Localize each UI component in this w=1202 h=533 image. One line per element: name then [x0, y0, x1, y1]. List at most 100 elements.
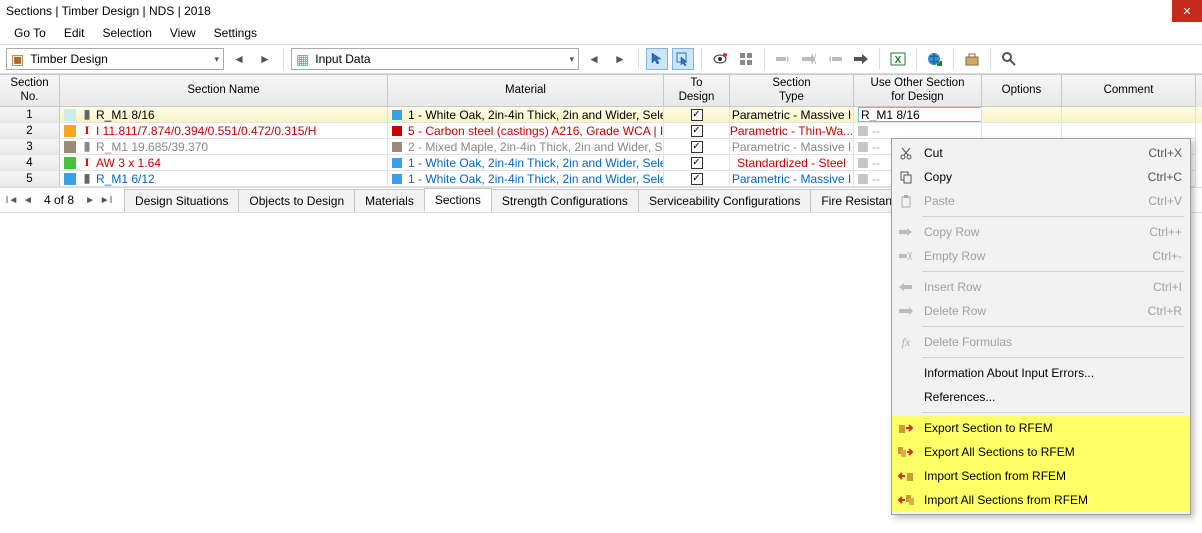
- menu-settings[interactable]: Settings: [206, 24, 265, 42]
- menu-copy-row[interactable]: Copy Row Ctrl++: [892, 220, 1190, 244]
- menu-info-errors[interactable]: Information About Input Errors...: [892, 361, 1190, 385]
- pager-prev[interactable]: ◄: [20, 191, 36, 209]
- search-button[interactable]: [998, 48, 1020, 70]
- tab-objects-to-design[interactable]: Objects to Design: [238, 189, 355, 212]
- eye-button[interactable]: [709, 48, 731, 70]
- nav-prev-button[interactable]: ◄: [228, 48, 250, 70]
- row-number[interactable]: 4: [0, 155, 60, 171]
- material-color-swatch: [392, 142, 402, 152]
- tab-serviceability-config[interactable]: Serviceability Configurations: [638, 189, 811, 212]
- row-number[interactable]: 1: [0, 107, 60, 123]
- table-row[interactable]: 1▮R_M1 8/161 - White Oak, 2in-4in Thick,…: [0, 107, 1202, 123]
- options-cell[interactable]: [982, 107, 1062, 123]
- material-cell[interactable]: 1 - White Oak, 2in-4in Thick, 2in and Wi…: [388, 107, 664, 123]
- excel-button[interactable]: X: [887, 48, 909, 70]
- page-prev-button[interactable]: ◄: [583, 48, 605, 70]
- to-design-cell[interactable]: ✓: [664, 123, 730, 139]
- tab-design-situations[interactable]: Design Situations: [124, 189, 239, 212]
- pager-first[interactable]: І◄: [4, 191, 20, 209]
- delete-row-icon: [896, 301, 916, 321]
- to-design-checkbox[interactable]: ✓: [691, 141, 703, 153]
- menu-export-all-sections[interactable]: Export All Sections to RFEM: [892, 440, 1190, 464]
- toolbox-button[interactable]: [961, 48, 983, 70]
- to-design-cell[interactable]: ✓: [664, 139, 730, 155]
- globe-button[interactable]: [924, 48, 946, 70]
- module-dropdown[interactable]: ▣ Timber Design ▾: [6, 48, 224, 70]
- menu-delete-formulas[interactable]: fx Delete Formulas: [892, 330, 1190, 354]
- to-design-checkbox[interactable]: ✓: [691, 125, 703, 137]
- section-name-cell[interactable]: ▮R_M1 6/12: [60, 171, 388, 187]
- page-dropdown[interactable]: ▦ Input Data ▾: [291, 48, 579, 70]
- select-tool-2[interactable]: [672, 48, 694, 70]
- material-cell[interactable]: 1 - White Oak, 2in-4in Thick, 2in and Wi…: [388, 155, 664, 171]
- row-number[interactable]: 5: [0, 171, 60, 187]
- to-design-checkbox[interactable]: ✓: [691, 173, 703, 185]
- section-type-cell[interactable]: Parametric - Massive I: [730, 171, 854, 187]
- comment-cell[interactable]: [1062, 107, 1196, 123]
- row-number[interactable]: 3: [0, 139, 60, 155]
- select-tool-1[interactable]: [646, 48, 668, 70]
- nav-next-button[interactable]: ►: [254, 48, 276, 70]
- pager-last[interactable]: ►І: [98, 191, 114, 209]
- material-cell[interactable]: 2 - Mixed Maple, 2in-4in Thick, 2in and …: [388, 139, 664, 155]
- menu-empty-row[interactable]: Empty Row Ctrl+-: [892, 244, 1190, 268]
- tab-sections[interactable]: Sections: [424, 188, 492, 212]
- to-design-cell[interactable]: ✓: [664, 155, 730, 171]
- row-number[interactable]: 2: [0, 123, 60, 139]
- menu-delete-row[interactable]: Delete Row Ctrl+R: [892, 299, 1190, 323]
- col-no[interactable]: Section No.: [0, 75, 60, 107]
- to-design-checkbox[interactable]: ✓: [691, 109, 703, 121]
- menu-selection[interactable]: Selection: [95, 24, 160, 42]
- menu-insert-row[interactable]: Insert Row Ctrl+I: [892, 275, 1190, 299]
- close-button[interactable]: ✕: [1172, 0, 1202, 22]
- row-ins-button[interactable]: [824, 48, 846, 70]
- use-other-cell[interactable]: ▾…▸: [854, 107, 982, 123]
- menu-copy[interactable]: Copy Ctrl+C: [892, 165, 1190, 189]
- menu-paste[interactable]: Paste Ctrl+V: [892, 189, 1190, 213]
- options-cell[interactable]: [982, 123, 1062, 139]
- table-row[interactable]: 2II 11.811/7.874/0.394/0.551/0.472/0.315…: [0, 123, 1202, 139]
- material-cell[interactable]: 5 - Carbon steel (castings) A216, Grade …: [388, 123, 664, 139]
- col-use[interactable]: Use Other Section for Design: [854, 75, 982, 107]
- row-add-button[interactable]: [772, 48, 794, 70]
- col-material[interactable]: Material: [388, 75, 664, 107]
- menu-cut[interactable]: Cut Ctrl+X: [892, 141, 1190, 165]
- grid-button[interactable]: [735, 48, 757, 70]
- to-design-cell[interactable]: ✓: [664, 171, 730, 187]
- section-name-cell[interactable]: II 11.811/7.874/0.394/0.551/0.472/0.315/…: [60, 123, 388, 139]
- tab-strength-config[interactable]: Strength Configurations: [491, 189, 639, 212]
- section-name-cell[interactable]: ▮R_M1 8/16: [60, 107, 388, 123]
- comment-cell[interactable]: [1062, 123, 1196, 139]
- col-comment[interactable]: Comment: [1062, 75, 1196, 107]
- section-name-cell[interactable]: IAW 3 x 1.64: [60, 155, 388, 171]
- menu-references[interactable]: References...: [892, 385, 1190, 409]
- paste-icon: [896, 191, 916, 211]
- menu-view[interactable]: View: [162, 24, 204, 42]
- pager-next[interactable]: ►: [82, 191, 98, 209]
- section-type-cell[interactable]: Parametric - Massive I: [730, 139, 854, 155]
- menu-import-section[interactable]: Import Section from RFEM: [892, 464, 1190, 488]
- section-type-cell[interactable]: Standardized - Steel: [730, 155, 854, 171]
- use-other-input[interactable]: [858, 107, 982, 122]
- toolbox-icon: [964, 51, 980, 67]
- col-todesign[interactable]: To Design: [664, 75, 730, 107]
- row-del-button[interactable]: [798, 48, 820, 70]
- tab-materials[interactable]: Materials: [354, 189, 425, 212]
- col-name[interactable]: Section Name: [60, 75, 388, 107]
- menu-import-all-sections[interactable]: Import All Sections from RFEM: [892, 488, 1190, 512]
- row-func-button[interactable]: [850, 48, 872, 70]
- menu-edit[interactable]: Edit: [56, 24, 93, 42]
- to-design-cell[interactable]: ✓: [664, 107, 730, 123]
- section-type: Standardized - Steel: [737, 156, 846, 170]
- section-name-cell[interactable]: ▮R_M1 19.685/39.370: [60, 139, 388, 155]
- use-other-cell[interactable]: --: [854, 123, 982, 139]
- col-options[interactable]: Options: [982, 75, 1062, 107]
- to-design-checkbox[interactable]: ✓: [691, 157, 703, 169]
- menu-goto[interactable]: Go To: [6, 24, 54, 42]
- section-type-cell[interactable]: Parametric - Massive I: [730, 107, 854, 123]
- page-next-button[interactable]: ►: [609, 48, 631, 70]
- section-type-cell[interactable]: Parametric - Thin-Wa...: [730, 123, 854, 139]
- material-cell[interactable]: 1 - White Oak, 2in-4in Thick, 2in and Wi…: [388, 171, 664, 187]
- menu-export-section[interactable]: Export Section to RFEM: [892, 416, 1190, 440]
- col-type[interactable]: Section Type: [730, 75, 854, 107]
